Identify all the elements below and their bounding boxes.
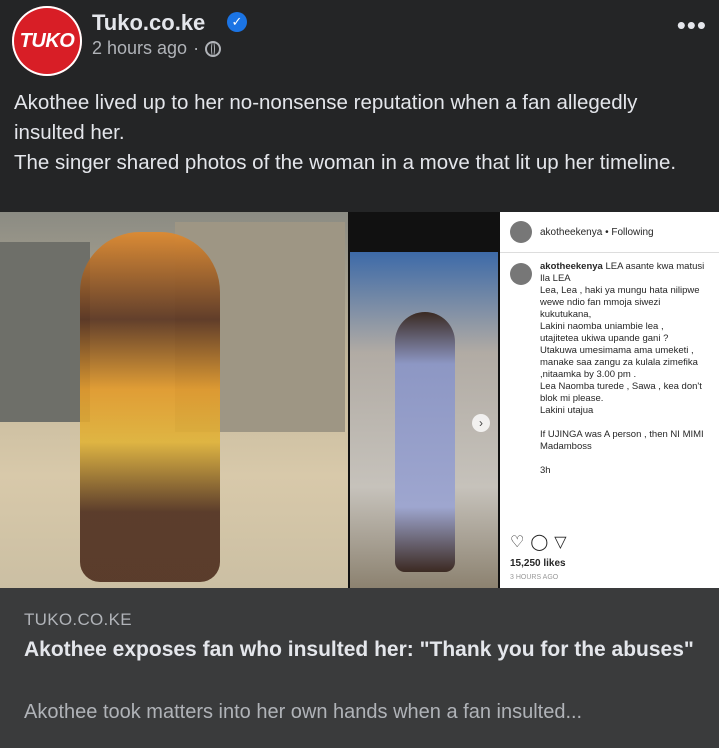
page-avatar[interactable]: TUKO [12,6,82,76]
link-title[interactable]: Akothee exposes fan who insulted her: "T… [24,634,704,666]
caption-line-1: Akothee lived up to her no-nonsense repu… [14,91,638,144]
ig-header: akotheekenya • Following [500,212,719,253]
post-meta: 2 hours ago · [92,38,222,59]
globe-icon [205,40,222,57]
ig-following: • Following [605,226,654,238]
ig-time: 3 HOURS AGO [510,574,559,581]
person-figure [80,232,220,582]
post-time[interactable]: 2 hours ago [92,38,187,59]
post-caption: Akothee lived up to her no-nonsense repu… [14,88,709,178]
page-name[interactable]: Tuko.co.ke [92,10,205,36]
link-preview[interactable]: TUKO.CO.KE Akothee exposes fan who insul… [0,588,719,748]
tuko-logo: TUKO [19,29,75,52]
instagram-screenshot: akotheekenya • Following akotheekenya LE… [500,212,719,588]
ig-user: akotheekenya [540,261,603,272]
link-domain: TUKO.CO.KE [24,610,132,629]
link-description: Akothee took matters into her own hands … [24,701,583,723]
fan-figure [395,312,455,572]
next-arrow-icon: › [472,414,490,432]
ig-caption: akotheekenya LEA asante kwa matusi Ila L… [500,253,719,477]
photo-akothee [0,212,348,588]
ig-likes: 15,250 likes [510,558,566,569]
ig-body-text: LEA asante kwa matusi Ila LEA Lea, Lea ,… [540,261,705,476]
ig-actions-icons: ♡◯▽ [510,534,573,551]
more-options-icon[interactable]: ••• [677,10,707,41]
caption-line-2: The singer shared photos of the woman in… [14,151,677,174]
background-shack [0,242,90,422]
post-image[interactable]: › akotheekenya • Following akotheekenya … [0,212,719,588]
verified-badge-icon: ✓ [227,12,247,32]
post-header: TUKO Tuko.co.ke ✓ 2 hours ago · ••• [0,0,719,88]
separator: · [193,38,200,58]
ig-avatar-2 [510,263,532,285]
ig-avatar [510,221,532,243]
ig-header-user: akotheekenya [540,226,603,238]
